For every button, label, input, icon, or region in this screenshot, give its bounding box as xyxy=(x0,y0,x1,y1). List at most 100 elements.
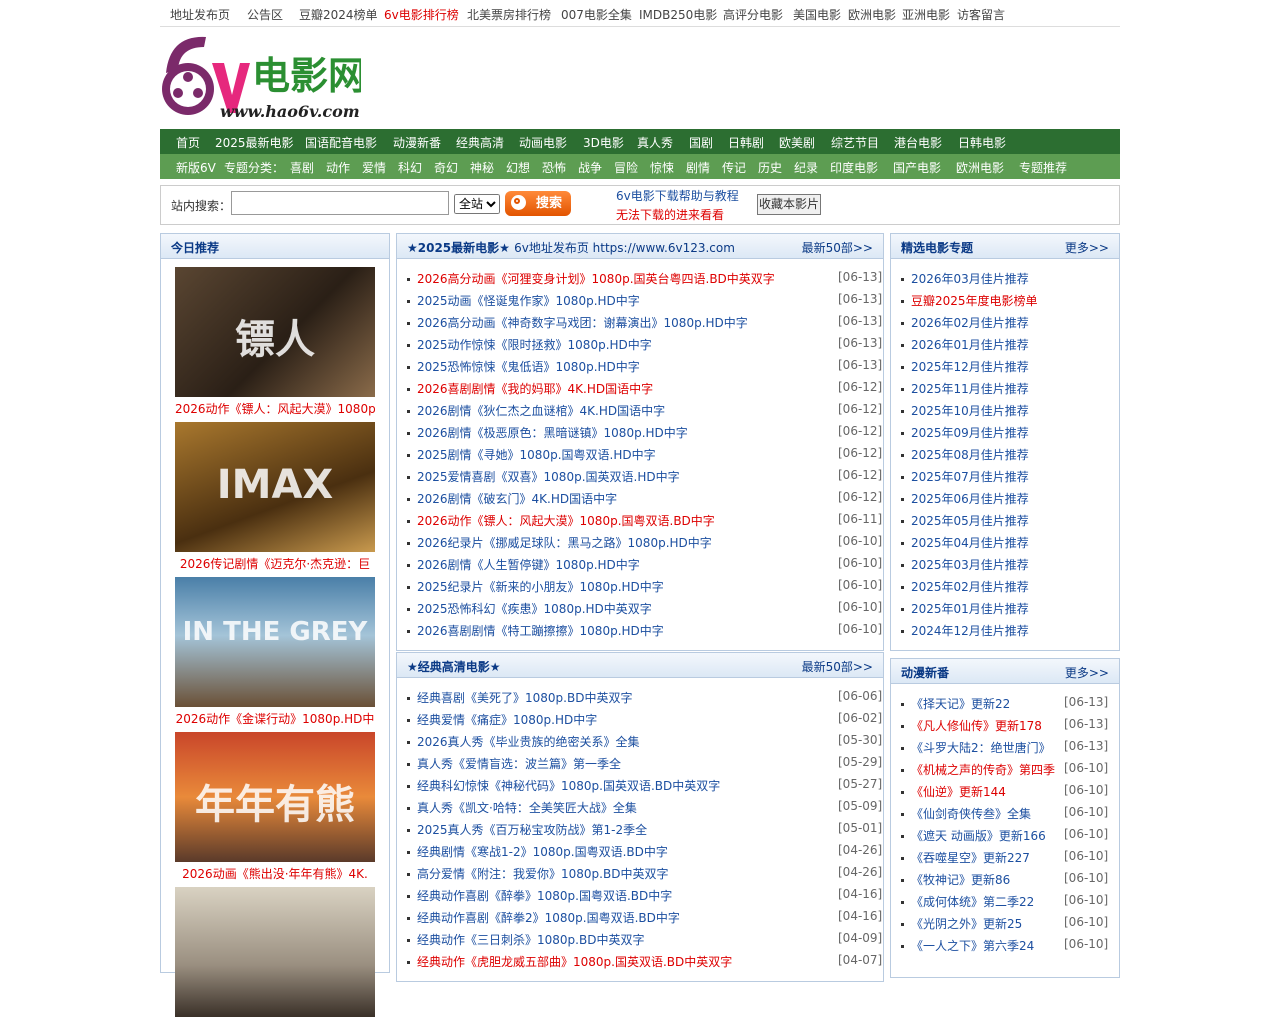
item-link[interactable]: 2026高分动画《神奇数字马戏团：谢幕演出》1080p.HD中字 xyxy=(417,316,748,330)
top-link[interactable]: 高评分电影 xyxy=(723,6,783,23)
category-item[interactable]: 印度电影 xyxy=(830,159,878,176)
item-link[interactable]: 真人秀《凯文·哈特：全美笑匠大战》全集 xyxy=(417,801,637,815)
list-item[interactable]: 2025动作惊悚《限时拯救》1080p.HD中字 xyxy=(407,336,652,356)
list-item[interactable]: 2026喜剧剧情《特工蹦擦擦》1080p.HD中字 xyxy=(407,622,664,642)
list-item[interactable]: 2026年02月佳片推荐 xyxy=(901,314,1029,334)
item-link[interactable]: 经典动作喜剧《醉拳2》1080p.国粤双语.BD中字 xyxy=(417,911,680,925)
item-link[interactable]: 《择天记》更新22 xyxy=(911,697,1010,711)
item-link[interactable]: 2026动作《镖人：风起大漠》1080p.国粤双语.BD中字 xyxy=(417,514,715,528)
item-link[interactable]: 真人秀《爱情盲选：波兰篇》第一季全 xyxy=(417,757,621,771)
list-item[interactable]: 2025年01月佳片推荐 xyxy=(901,600,1029,620)
item-link[interactable]: 2025恐怖惊悚《鬼低语》1080p.HD中字 xyxy=(417,360,640,374)
item-link[interactable]: 《机械之声的传奇》第四季 xyxy=(911,763,1055,777)
item-link[interactable]: 《凡人修仙传》更新178 xyxy=(911,719,1042,733)
category-item[interactable]: 科幻 xyxy=(398,159,422,176)
category-item[interactable]: 惊悚 xyxy=(650,159,674,176)
list-item[interactable]: 真人秀《爱情盲选：波兰篇》第一季全 xyxy=(407,755,621,775)
recommend-caption[interactable]: 2026动作《金谍行动》1080p.HD中 xyxy=(175,707,375,732)
item-link[interactable]: 2026剧情《破玄门》4K.HD国语中字 xyxy=(417,492,617,506)
list-item[interactable]: 经典动作《虎胆龙威五部曲》1080p.国英双语.BD中英双字 xyxy=(407,953,732,973)
list-item[interactable]: 《机械之声的传奇》第四季 xyxy=(901,761,1055,781)
list-item[interactable]: 2025年08月佳片推荐 xyxy=(901,446,1029,466)
top-link[interactable]: 地址发布页 xyxy=(170,6,230,23)
item-link[interactable]: 2025动画《怪诞鬼作家》1080p.HD中字 xyxy=(417,294,640,308)
item-link[interactable]: 《吞噬星空》更新227 xyxy=(911,851,1030,865)
item-link[interactable]: 《仙剑奇侠传叁》全集 xyxy=(911,807,1031,821)
item-link[interactable]: 2025恐怖科幻《疾患》1080p.HD中英双字 xyxy=(417,602,652,616)
list-item[interactable]: 2025年09月佳片推荐 xyxy=(901,424,1029,444)
item-link[interactable]: 《牧神记》更新86 xyxy=(911,873,1010,887)
list-item[interactable]: 2025年12月佳片推荐 xyxy=(901,358,1029,378)
item-link[interactable]: 2026喜剧剧情《我的妈耶》4K.HD国语中字 xyxy=(417,382,653,396)
nav-item[interactable]: 日韩剧 xyxy=(728,134,764,151)
nav-item[interactable]: 动漫新番 xyxy=(393,134,441,151)
recommend-caption[interactable]: 2026动作《镖人：风起大漠》1080p xyxy=(175,397,375,422)
recommend-item[interactable]: 镖人 2026动作《镖人：风起大漠》1080p xyxy=(175,267,375,422)
top-link[interactable]: 公告区 xyxy=(247,6,283,23)
list-item[interactable]: 2025年07月佳片推荐 xyxy=(901,468,1029,488)
category-item[interactable]: 历史 xyxy=(758,159,782,176)
category-item[interactable]: 国产电影 xyxy=(893,159,941,176)
list-item[interactable]: 2026高分动画《神奇数字马戏团：谢幕演出》1080p.HD中字 xyxy=(407,314,748,334)
list-item[interactable]: 《牧神记》更新86 xyxy=(901,871,1010,891)
item-link[interactable]: 经典动作喜剧《醉拳》1080p.国粤双语.BD中字 xyxy=(417,889,672,903)
item-link[interactable]: 《光阴之外》更新25 xyxy=(911,917,1022,931)
list-item[interactable]: 2026高分动画《河狸变身计划》1080p.国英台粤四语.BD中英双字 xyxy=(407,270,775,290)
item-link[interactable]: 2025年04月佳片推荐 xyxy=(911,536,1029,550)
list-item[interactable]: 《仙剑奇侠传叁》全集 xyxy=(901,805,1031,825)
favorite-button[interactable]: 收藏本影片 xyxy=(757,194,821,215)
category-item[interactable]: 奇幻 xyxy=(434,159,458,176)
item-link[interactable]: 2025年11月佳片推荐 xyxy=(911,382,1029,396)
search-input[interactable] xyxy=(231,191,449,215)
list-item[interactable]: 真人秀《凯文·哈特：全美笑匠大战》全集 xyxy=(407,799,637,819)
list-item[interactable]: 2025年11月佳片推荐 xyxy=(901,380,1029,400)
item-link[interactable]: 2026剧情《狄仁杰之血谜棺》4K.HD国语中字 xyxy=(417,404,665,418)
list-item[interactable]: 经典科幻惊悚《神秘代码》1080p.国英双语.BD中英双字 xyxy=(407,777,720,797)
nav-item[interactable]: 3D电影 xyxy=(583,134,624,151)
item-link[interactable]: 2026纪录片《挪威足球队：黑马之路》1080p.HD中字 xyxy=(417,536,712,550)
list-item[interactable]: 2026年03月佳片推荐 xyxy=(901,270,1029,290)
category-item[interactable]: 动作 xyxy=(326,159,350,176)
item-link[interactable]: 2026年03月佳片推荐 xyxy=(911,272,1029,286)
more-link[interactable]: 更多>> xyxy=(1065,239,1109,256)
category-item[interactable]: 纪录 xyxy=(794,159,818,176)
recommend-caption[interactable]: 2026动画《熊出没·年年有熊》4K. xyxy=(175,862,375,887)
category-item[interactable]: 新版6V xyxy=(176,159,216,176)
movie-poster[interactable] xyxy=(175,887,375,1017)
item-link[interactable]: 2026年02月佳片推荐 xyxy=(911,316,1029,330)
list-item[interactable]: 高分爱情《附注：我爱你》1080p.BD中英双字 xyxy=(407,865,668,885)
list-item[interactable]: 2025剧情《寻她》1080p.国粤双语.HD中字 xyxy=(407,446,656,466)
category-item[interactable]: 欧洲电影 xyxy=(956,159,1004,176)
search-button[interactable]: 搜索 xyxy=(505,191,571,216)
list-item[interactable]: 2025年04月佳片推荐 xyxy=(901,534,1029,554)
item-link[interactable]: 经典喜剧《美死了》1080p.BD中英双字 xyxy=(417,691,632,705)
list-item[interactable]: 2025年02月佳片推荐 xyxy=(901,578,1029,598)
list-item[interactable]: 2026动作《镖人：风起大漠》1080p.国粤双语.BD中字 xyxy=(407,512,715,532)
list-item[interactable]: 2025动画《怪诞鬼作家》1080p.HD中字 xyxy=(407,292,640,312)
recommend-item[interactable]: IN THE GREY 2026动作《金谍行动》1080p.HD中 xyxy=(175,577,375,732)
item-link[interactable]: 2025年07月佳片推荐 xyxy=(911,470,1029,484)
list-item[interactable]: 经典剧情《寒战1-2》1080p.国粤双语.BD中字 xyxy=(407,843,668,863)
item-link[interactable]: 经典爱情《痛症》1080p.HD中字 xyxy=(417,713,597,727)
item-link[interactable]: 2025年05月佳片推荐 xyxy=(911,514,1029,528)
top-link[interactable]: 欧洲电影 xyxy=(848,6,896,23)
list-item[interactable]: 2026年01月佳片推荐 xyxy=(901,336,1029,356)
list-item[interactable]: 2026剧情《破玄门》4K.HD国语中字 xyxy=(407,490,617,510)
item-link[interactable]: 2025年08月佳片推荐 xyxy=(911,448,1029,462)
list-item[interactable]: 2025年03月佳片推荐 xyxy=(901,556,1029,576)
category-item[interactable]: 冒险 xyxy=(614,159,638,176)
list-item[interactable]: 经典动作喜剧《醉拳2》1080p.国粤双语.BD中字 xyxy=(407,909,680,929)
nav-item[interactable]: 日韩电影 xyxy=(958,134,1006,151)
top-link[interactable]: 北美票房排行榜 xyxy=(467,6,551,23)
item-link[interactable]: 《仙逆》更新144 xyxy=(911,785,1006,799)
list-item[interactable]: 2026真人秀《毕业贵族的绝密关系》全集 xyxy=(407,733,640,753)
item-link[interactable]: 2025爱情喜剧《双喜》1080p.国英双语.HD中字 xyxy=(417,470,680,484)
list-item[interactable]: 《遮天 动画版》更新166 xyxy=(901,827,1046,847)
item-link[interactable]: 豆瓣2025年度电影榜单 xyxy=(911,294,1038,308)
help-link[interactable]: 6v电影下载帮助与教程 xyxy=(616,187,739,204)
nav-item[interactable]: 国剧 xyxy=(689,134,713,151)
item-link[interactable]: 经典动作《虎胆龙威五部曲》1080p.国英双语.BD中英双字 xyxy=(417,955,732,969)
movie-poster[interactable]: IN THE GREY xyxy=(175,577,375,707)
list-item[interactable]: 2026剧情《狄仁杰之血谜棺》4K.HD国语中字 xyxy=(407,402,665,422)
recommend-caption[interactable]: 2026传记剧情《迈克尔·杰克逊：巨 xyxy=(175,552,375,577)
